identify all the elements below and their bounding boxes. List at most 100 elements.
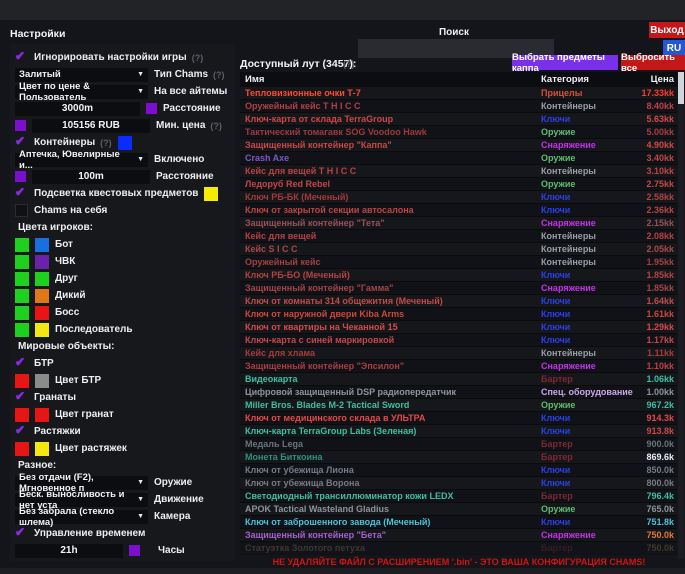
setting-btr[interactable]: БТР bbox=[10, 355, 234, 372]
esp-color-swatch[interactable] bbox=[15, 323, 29, 337]
column-header-category[interactable]: Категория bbox=[541, 74, 638, 85]
table-row[interactable]: Монета Биткоина Бартер 869.6k bbox=[240, 451, 677, 464]
hours-color-swatch[interactable] bbox=[129, 545, 140, 556]
table-row[interactable]: Защищенный контейнер "Гамма" Снаряжение … bbox=[240, 282, 677, 295]
table-row[interactable]: Ключ от заброшенного завода (Меченый) Кл… bbox=[240, 516, 677, 529]
setting-chams-self[interactable]: Chams на себя bbox=[10, 202, 234, 219]
distance-color-swatch[interactable] bbox=[146, 103, 157, 114]
containers-distance-input[interactable]: 100m bbox=[32, 170, 150, 184]
table-row[interactable]: Тепловизионные очки Т-7 Прицелы 17.33kk bbox=[240, 87, 677, 100]
exit-button[interactable]: Выход bbox=[649, 22, 685, 38]
tripwire-color-swatch-2[interactable] bbox=[35, 442, 49, 456]
table-row[interactable]: Ключ от наружной двери Kiba Arms Ключи 1… bbox=[240, 308, 677, 321]
table-row[interactable]: Ключ-карта от склада TerraGroup Ключи 5.… bbox=[240, 113, 677, 126]
table-row[interactable]: Ключ РБ-БК (Меченый) Ключи 2.58kk bbox=[240, 191, 677, 204]
table-row[interactable]: Ключ от квартиры на Чеканной 15 Ключи 1.… bbox=[240, 321, 677, 334]
esp-color-swatch[interactable] bbox=[15, 306, 29, 320]
drop-all-button[interactable]: Выбросить все bbox=[621, 55, 685, 70]
help-icon[interactable]: (?) bbox=[192, 53, 204, 63]
table-row[interactable]: Медаль Lega Бартер 900.0k bbox=[240, 438, 677, 451]
camera-dropdown[interactable]: Без забрала (стекло шлема) ▼ bbox=[15, 510, 148, 524]
checkbox-checked-icon[interactable] bbox=[15, 357, 28, 370]
table-row[interactable]: Оружейный кейс Контейнеры 1.95kk bbox=[240, 256, 677, 269]
checkbox-checked-icon[interactable] bbox=[15, 187, 28, 200]
table-row[interactable]: Ключ-карта TerraGroup Labs (Зеленая) Клю… bbox=[240, 425, 677, 438]
loot-table-body: Тепловизионные очки Т-7 Прицелы 17.33kk … bbox=[240, 87, 677, 555]
table-scrollbar[interactable] bbox=[678, 72, 684, 559]
table-row[interactable]: Защищенный контейнер "Тета" Снаряжение 2… bbox=[240, 217, 677, 230]
checkbox-checked-icon[interactable] bbox=[15, 51, 28, 64]
table-row[interactable]: Кейс для вещей T H I C C Контейнеры 3.10… bbox=[240, 165, 677, 178]
grenade-color-swatch-2[interactable] bbox=[35, 408, 49, 422]
setting-grenades[interactable]: Гранаты bbox=[10, 389, 234, 406]
table-row[interactable]: Crash Axe Оружие 3.40kk bbox=[240, 152, 677, 165]
containers-color-swatch[interactable] bbox=[118, 136, 132, 150]
checkbox-checked-icon[interactable] bbox=[15, 391, 28, 404]
min-price-color-swatch[interactable] bbox=[15, 120, 26, 131]
chams-color-swatch[interactable] bbox=[35, 323, 49, 337]
setting-time-control[interactable]: Управление временем bbox=[10, 525, 234, 542]
esp-color-swatch[interactable] bbox=[15, 255, 29, 269]
table-row[interactable]: Miller Bros. Blades M-2 Tactical Sword О… bbox=[240, 399, 677, 412]
column-header-name[interactable]: Имя bbox=[240, 74, 541, 85]
checkbox-checked-icon[interactable] bbox=[15, 136, 28, 149]
chams-color-swatch[interactable] bbox=[35, 289, 49, 303]
checkbox-checked-icon[interactable] bbox=[15, 527, 28, 540]
table-row[interactable]: Статуэтка Золотого петуха Бартер 750.0k bbox=[240, 542, 677, 555]
setting-tripwires[interactable]: Растяжки bbox=[10, 423, 234, 440]
min-price-input[interactable]: 105156 RUB bbox=[32, 119, 150, 133]
chams-color-swatch[interactable] bbox=[35, 238, 49, 252]
quest-color-swatch[interactable] bbox=[204, 187, 218, 201]
chams-type-dropdown[interactable]: Залитый ▼ bbox=[15, 68, 148, 82]
btr-color-swatch[interactable] bbox=[15, 374, 29, 388]
scrollbar-thumb[interactable] bbox=[678, 72, 684, 104]
table-row[interactable]: Защищенный контейнер "Бета" Снаряжение 7… bbox=[240, 529, 677, 542]
esp-color-swatch[interactable] bbox=[15, 238, 29, 252]
esp-color-swatch[interactable] bbox=[15, 272, 29, 286]
table-row[interactable]: Кейс S I C C Контейнеры 2.05kk bbox=[240, 243, 677, 256]
table-row[interactable]: Ключ-карта с синей маркировкой Ключи 1.1… bbox=[240, 334, 677, 347]
table-row[interactable]: Ключ от медицинского склада в УЛЬТРА Клю… bbox=[240, 412, 677, 425]
help-icon[interactable]: (?) bbox=[100, 138, 112, 148]
setting-quest-highlight[interactable]: Подсветка квестовых предметов bbox=[10, 185, 234, 202]
help-icon[interactable]: (?) bbox=[210, 121, 222, 131]
distance-input[interactable]: 3000m bbox=[15, 102, 140, 116]
table-row[interactable]: APOK Tactical Wasteland Gladius Оружие 7… bbox=[240, 503, 677, 516]
containers-distance-color-swatch[interactable] bbox=[15, 171, 26, 182]
checkbox-checked-icon[interactable] bbox=[15, 425, 28, 438]
table-row[interactable]: Ключ от убежища Ворона Ключи 800.0k bbox=[240, 477, 677, 490]
help-icon[interactable]: (?) bbox=[343, 59, 355, 69]
setting-containers-distance: 100m Расстояние bbox=[10, 168, 234, 185]
table-row[interactable]: Кейс для хлама Контейнеры 1.11kk bbox=[240, 347, 677, 360]
tripwire-color-swatch[interactable] bbox=[15, 442, 29, 456]
chams-color-swatch[interactable] bbox=[35, 306, 49, 320]
table-row[interactable]: Ключ РБ-БО (Меченый) Ключи 1.85kk bbox=[240, 269, 677, 282]
select-kappa-items-button[interactable]: Выбрать предметы каппа bbox=[512, 55, 618, 70]
setting-ignore-game[interactable]: Игнорировать настройки игры (?) bbox=[10, 49, 234, 66]
loot-categories-dropdown[interactable]: Аптечка, Ювелирные и... ▼ bbox=[15, 153, 148, 167]
esp-color-swatch[interactable] bbox=[15, 289, 29, 303]
table-row[interactable]: Ключ от закрытой секции автосалона Ключи… bbox=[240, 204, 677, 217]
column-header-price[interactable]: Цена bbox=[638, 74, 677, 85]
table-row[interactable]: Оружейный кейс T H I C C Контейнеры 8.40… bbox=[240, 100, 677, 113]
help-icon[interactable]: (?) bbox=[213, 70, 225, 80]
weapon-dropdown[interactable]: Без отдачи (F2), Мгновенное п ▼ bbox=[15, 476, 148, 490]
table-row[interactable]: Ключ от комнаты 314 общежития (Меченый) … bbox=[240, 295, 677, 308]
table-row[interactable]: Защищенный контейнер "Каппа" Снаряжение … bbox=[240, 139, 677, 152]
chams-color-swatch[interactable] bbox=[35, 272, 49, 286]
hours-input[interactable]: 21h bbox=[15, 544, 123, 558]
color-mode-dropdown[interactable]: Цвет по цене & Пользователь ▼ bbox=[15, 85, 148, 99]
table-row[interactable]: Ледоруб Red Rebel Оружие 2.75kk bbox=[240, 178, 677, 191]
table-row[interactable]: Защищенный контейнер "Эпсилон" Снаряжени… bbox=[240, 360, 677, 373]
chams-color-swatch[interactable] bbox=[35, 255, 49, 269]
table-row[interactable]: Видеокарта Бартер 1.06kk bbox=[240, 373, 677, 386]
checkbox-unchecked-icon[interactable] bbox=[15, 204, 28, 217]
movement-dropdown[interactable]: Беск. выносливость и нет уста ▼ bbox=[15, 493, 148, 507]
grenade-color-swatch[interactable] bbox=[15, 408, 29, 422]
table-row[interactable]: Светодиодный трансиллюминатор кожи LEDX … bbox=[240, 490, 677, 503]
table-row[interactable]: Тактический томагавк SOG Voodoo Hawk Ору… bbox=[240, 126, 677, 139]
table-row[interactable]: Кейс для вещей Контейнеры 2.08kk bbox=[240, 230, 677, 243]
table-row[interactable]: Цифровой защищенный DSP радиопередатчик … bbox=[240, 386, 677, 399]
btr-color-swatch-2[interactable] bbox=[35, 374, 49, 388]
table-row[interactable]: Ключ от убежища Лиона Ключи 850.0k bbox=[240, 464, 677, 477]
